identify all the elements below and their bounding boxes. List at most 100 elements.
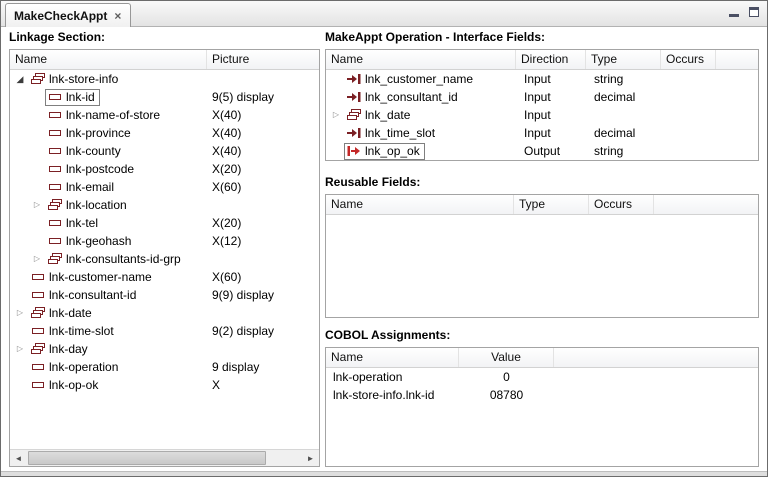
ide-view-window: MakeCheckAppt × Linkage Section: Name Pi… bbox=[0, 0, 768, 477]
field-item: lnk_date bbox=[344, 107, 415, 124]
interface-field-row[interactable]: lnk_customer_nameInputstring bbox=[326, 70, 758, 88]
tree-item: lnk-location bbox=[45, 197, 132, 214]
linkage-row[interactable]: ▷ lnk-location bbox=[10, 196, 319, 214]
column-header-type[interactable]: Type bbox=[586, 50, 661, 69]
interface-fields-table: Name Direction Type Occurs lnk_customer_… bbox=[325, 49, 759, 161]
linkage-row[interactable]: lnk-province X(40) bbox=[10, 124, 319, 142]
expand-twisty-icon[interactable]: ▷ bbox=[12, 340, 28, 358]
linkage-row[interactable]: ▷lnk-consultants-id-grp bbox=[10, 250, 319, 268]
column-header-filler bbox=[554, 348, 758, 367]
operation-details-pane: MakeAppt Operation - Interface Fields: N… bbox=[325, 30, 759, 467]
picture-value: X(40) bbox=[212, 126, 241, 140]
cobol-assignment-row[interactable]: lnk-operation0 bbox=[326, 368, 758, 386]
input-arrow-icon bbox=[346, 71, 362, 87]
item-name: lnk-customer-name bbox=[49, 270, 152, 284]
linkage-row[interactable]: lnk-email X(60) bbox=[10, 178, 319, 196]
elementary-item-icon bbox=[47, 125, 63, 141]
tree-item: lnk-email bbox=[45, 179, 119, 196]
item-name: lnk-consultant-id bbox=[49, 288, 136, 302]
group-item-icon bbox=[30, 305, 46, 321]
column-header-type[interactable]: Type bbox=[514, 195, 589, 214]
item-name: lnk-operation bbox=[49, 360, 118, 374]
linkage-section-pane: Linkage Section: Name Picture ◢lnk-store… bbox=[9, 30, 320, 467]
tree-item: lnk-name-of-store bbox=[45, 107, 165, 124]
linkage-row[interactable]: ▷lnk-day bbox=[10, 340, 319, 358]
elementary-item-icon bbox=[30, 269, 46, 285]
tree-item: lnk-consultant-id bbox=[28, 287, 141, 304]
scrollbar-thumb[interactable] bbox=[28, 451, 266, 465]
column-header-direction[interactable]: Direction bbox=[516, 50, 586, 69]
linkage-row[interactable]: lnk-time-slot 9(2) display bbox=[10, 322, 319, 340]
field-name: lnk_date bbox=[365, 108, 410, 122]
column-header-value[interactable]: Value bbox=[459, 348, 554, 367]
linkage-row[interactable]: lnk-geohashX(12) bbox=[10, 232, 319, 250]
field-name: lnk_op_ok bbox=[365, 144, 420, 158]
interface-field-row[interactable]: lnk_time_slotInputdecimal bbox=[326, 124, 758, 142]
picture-value: X bbox=[212, 378, 220, 392]
view-tab-bar: MakeCheckAppt × bbox=[1, 1, 767, 27]
linkage-row[interactable]: lnk-operation9 display bbox=[10, 358, 319, 376]
linkage-row[interactable]: lnk-id9(5) display bbox=[10, 88, 319, 106]
linkage-row[interactable]: ▷lnk-date bbox=[10, 304, 319, 322]
column-header-picture[interactable]: Picture bbox=[207, 50, 319, 69]
column-header-name[interactable]: Name bbox=[326, 348, 459, 367]
cobol-assignments-label: COBOL Assignments: bbox=[325, 328, 759, 344]
direction-value: Input bbox=[524, 90, 551, 104]
linkage-row[interactable]: lnk-name-of-storeX(40) bbox=[10, 106, 319, 124]
horizontal-scrollbar[interactable]: ◄ ► bbox=[10, 449, 319, 466]
scroll-right-icon[interactable]: ► bbox=[302, 450, 319, 466]
linkage-row[interactable]: lnk-op-ok X bbox=[10, 376, 319, 394]
expand-twisty-icon[interactable]: ▷ bbox=[12, 304, 28, 322]
linkage-row[interactable]: lnk-telX(20) bbox=[10, 214, 319, 232]
linkage-row[interactable]: lnk-postcode X(20) bbox=[10, 160, 319, 178]
linkage-row[interactable]: lnk-countyX(40) bbox=[10, 142, 319, 160]
linkage-section-label: Linkage Section: bbox=[9, 30, 320, 46]
tab-title: MakeCheckAppt bbox=[14, 9, 107, 23]
linkage-row[interactable]: ◢lnk-store-info bbox=[10, 70, 319, 88]
expand-twisty-icon[interactable]: ▷ bbox=[328, 106, 344, 124]
item-name: lnk-province bbox=[66, 126, 131, 140]
group-item-icon bbox=[47, 197, 63, 213]
type-value: decimal bbox=[594, 126, 635, 140]
column-header-filler bbox=[654, 195, 758, 214]
direction-value: Output bbox=[524, 144, 560, 158]
column-header-name[interactable]: Name bbox=[326, 195, 514, 214]
picture-value: 9(2) display bbox=[212, 324, 274, 338]
collapse-twisty-icon[interactable]: ◢ bbox=[12, 70, 28, 88]
column-header-name[interactable]: Name bbox=[326, 50, 516, 69]
cobol-assignment-row[interactable]: lnk-store-info.lnk-id08780 bbox=[326, 386, 758, 404]
item-name: lnk-op-ok bbox=[49, 378, 98, 392]
minimize-icon[interactable] bbox=[729, 8, 739, 17]
tree-item: lnk-time-slot bbox=[28, 323, 119, 340]
input-arrow-icon bbox=[346, 89, 362, 105]
field-item: lnk_customer_name bbox=[344, 71, 478, 88]
linkage-row[interactable]: lnk-consultant-id9(9) display bbox=[10, 286, 319, 304]
tab-close-icon[interactable]: × bbox=[114, 10, 121, 22]
column-header-occurs[interactable]: Occurs bbox=[661, 50, 716, 69]
view-content: Linkage Section: Name Picture ◢lnk-store… bbox=[1, 27, 767, 476]
interface-fields-label: MakeAppt Operation - Interface Fields: bbox=[325, 30, 759, 46]
tree-item: lnk-consultants-id-grp bbox=[45, 251, 186, 268]
column-header-occurs[interactable]: Occurs bbox=[589, 195, 654, 214]
type-value: string bbox=[594, 144, 623, 158]
interface-field-row[interactable]: lnk_op_ok Output string bbox=[326, 142, 758, 160]
maximize-icon[interactable] bbox=[749, 7, 759, 17]
tree-item: lnk-province bbox=[45, 125, 136, 142]
expand-twisty-icon[interactable]: ▷ bbox=[29, 250, 45, 268]
tab-makecheckappt[interactable]: MakeCheckAppt × bbox=[5, 3, 131, 27]
field-name: lnk_consultant_id bbox=[365, 90, 458, 104]
picture-value: X(60) bbox=[212, 180, 241, 194]
linkage-row[interactable]: lnk-customer-nameX(60) bbox=[10, 268, 319, 286]
linkage-table-header: Name Picture bbox=[10, 50, 319, 70]
tree-item: lnk-date bbox=[28, 305, 97, 322]
elementary-item-icon bbox=[47, 233, 63, 249]
scroll-left-icon[interactable]: ◄ bbox=[10, 450, 27, 466]
tree-item: lnk-postcode bbox=[45, 161, 139, 178]
interface-field-row[interactable]: lnk_consultant_idInputdecimal bbox=[326, 88, 758, 106]
picture-value: X(20) bbox=[212, 162, 241, 176]
interface-field-row[interactable]: ▷lnk_dateInput bbox=[326, 106, 758, 124]
direction-value: Input bbox=[524, 126, 551, 140]
expand-twisty-icon[interactable]: ▷ bbox=[29, 196, 45, 214]
item-name: lnk-location bbox=[66, 198, 127, 212]
column-header-name[interactable]: Name bbox=[10, 50, 207, 69]
